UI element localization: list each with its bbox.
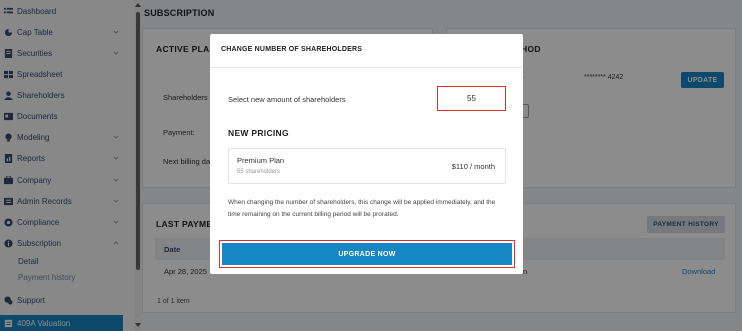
shareholder-amount-label: Select new amount of shareholders [228, 95, 346, 104]
upgrade-highlight: UPGRADE NOW [219, 240, 515, 268]
modal-title: CHANGE NUMBER OF SHAREHOLDERS [221, 46, 363, 53]
plan-price: $110 / month [451, 162, 495, 171]
modal-header: CHANGE NUMBER OF SHAREHOLDERS [210, 34, 523, 68]
pricing-plan-box: Premium Plan 55 shareholders $110 / mont… [228, 148, 506, 184]
shareholder-amount-input[interactable]: 55 [437, 86, 506, 111]
plan-name: Premium Plan [237, 156, 285, 165]
change-shareholders-modal: CHANGE NUMBER OF SHAREHOLDERS Select new… [210, 34, 523, 274]
proration-note: When changing the number of shareholders… [228, 199, 496, 218]
upgrade-now-button[interactable]: UPGRADE NOW [222, 243, 512, 265]
new-pricing-title: NEW PRICING [228, 128, 289, 138]
plan-shareholders: 55 shareholders [237, 169, 281, 175]
